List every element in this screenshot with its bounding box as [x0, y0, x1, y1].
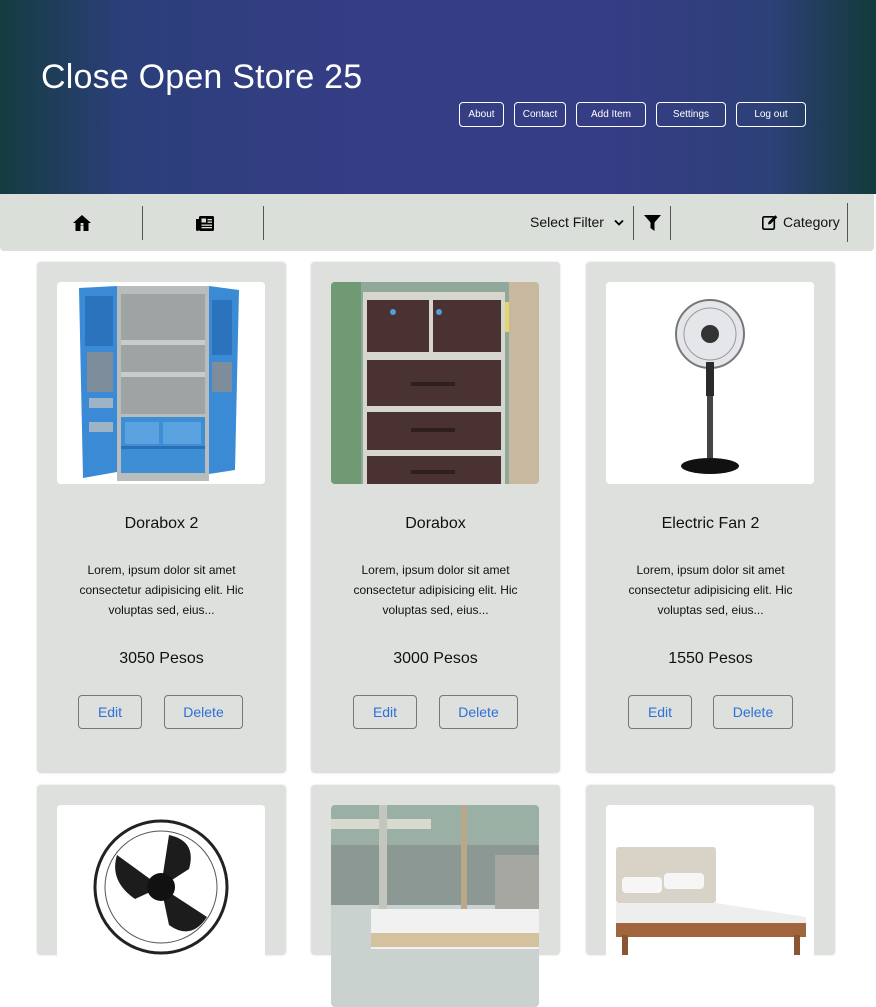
product-price: 1550 Pesos: [668, 650, 753, 667]
product-image: [331, 805, 539, 1007]
contact-button[interactable]: Contact: [514, 102, 566, 127]
product-image: [606, 805, 814, 1007]
settings-button[interactable]: Settings: [656, 102, 726, 127]
delete-button[interactable]: Delete: [713, 695, 793, 729]
newspaper-icon[interactable]: [195, 214, 215, 232]
product-image: [331, 282, 539, 484]
toolbar-divider: [633, 206, 634, 240]
page-header: Close Open Store 25 About Contact Add It…: [0, 0, 876, 194]
product-price: 3000 Pesos: [393, 650, 478, 667]
delete-button[interactable]: Delete: [439, 695, 518, 729]
product-name: Dorabox: [405, 515, 466, 532]
product-name: Electric Fan 2: [661, 515, 760, 532]
filter-select[interactable]: Select Filter: [530, 210, 624, 234]
category-label: Category: [783, 214, 840, 230]
product-card: [37, 785, 286, 1007]
product-card: [586, 785, 835, 1007]
home-icon[interactable]: [72, 214, 92, 232]
product-image: [57, 805, 265, 1007]
store-title: Close Open Store 25: [41, 58, 363, 96]
product-price: 3050 Pesos: [119, 650, 204, 667]
toolbar-divider: [263, 206, 264, 240]
product-description: Lorem, ipsum dolor sit amet consectetur …: [353, 563, 518, 617]
product-card: Dorabox Lorem, ipsum dolor sit amet cons…: [311, 262, 560, 773]
edit-button[interactable]: Edit: [353, 695, 417, 729]
toolbar-divider: [142, 206, 143, 240]
category-button[interactable]: Category: [762, 210, 840, 234]
product-name: Dorabox 2: [124, 515, 199, 532]
delete-button[interactable]: Delete: [164, 695, 243, 729]
toolbar-divider: [670, 206, 671, 240]
edit-icon: [762, 215, 778, 230]
product-description: Lorem, ipsum dolor sit amet consectetur …: [628, 563, 793, 617]
product-description: Lorem, ipsum dolor sit amet consectetur …: [79, 563, 244, 617]
toolbar: Select Filter Category: [0, 194, 874, 251]
filter-icon[interactable]: [642, 214, 662, 232]
add-item-button[interactable]: Add Item: [576, 102, 646, 127]
product-card: [311, 785, 560, 1007]
product-image: [57, 282, 265, 484]
about-button[interactable]: About: [459, 102, 504, 127]
product-image: [606, 282, 814, 484]
edit-button[interactable]: Edit: [628, 695, 692, 729]
logout-button[interactable]: Log out: [736, 102, 806, 127]
edit-button[interactable]: Edit: [78, 695, 142, 729]
product-card: Dorabox 2 Lorem, ipsum dolor sit amet co…: [37, 262, 286, 773]
toolbar-divider: [847, 203, 848, 242]
product-card: Electric Fan 2 Lorem, ipsum dolor sit am…: [586, 262, 835, 773]
chevron-down-icon: [614, 214, 624, 230]
filter-select-value: Select Filter: [530, 214, 604, 230]
